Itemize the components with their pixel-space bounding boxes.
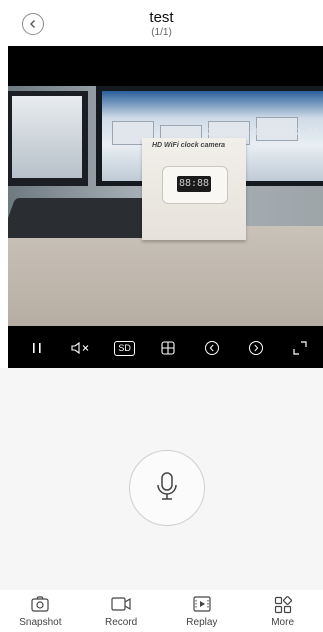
video-record-icon xyxy=(111,596,131,614)
feed-clock: 88:88 xyxy=(162,166,228,204)
next-button[interactable] xyxy=(243,336,269,360)
split-view-button[interactable] xyxy=(155,336,181,360)
camera-counter: (1/1) xyxy=(151,27,172,38)
more-label: More xyxy=(271,617,295,628)
replay-icon xyxy=(193,596,211,614)
speaker-muted-icon xyxy=(71,341,91,355)
microphone-icon xyxy=(155,471,179,506)
feed-left-monitor xyxy=(8,91,88,186)
top-bar: test (1/1) xyxy=(0,0,323,46)
video-player[interactable]: HD WiFi clock camera 88:88 2020-06-18 15… xyxy=(8,46,323,368)
fullscreen-icon xyxy=(293,341,307,355)
clock-display: 88:88 xyxy=(177,176,211,192)
title-block: test (1/1) xyxy=(0,9,323,39)
fullscreen-button[interactable] xyxy=(287,336,313,360)
grid-view-icon xyxy=(161,341,176,355)
quality-button[interactable]: SD xyxy=(112,336,138,360)
video-timestamp: 2020-06-18 15:02:23 xyxy=(206,128,319,138)
page-title: test xyxy=(149,9,174,26)
chevron-right-circle-icon xyxy=(248,340,264,356)
talk-button[interactable] xyxy=(129,450,205,526)
camera-icon xyxy=(31,596,49,614)
pause-button[interactable] xyxy=(24,336,50,360)
quality-label: SD xyxy=(114,340,135,356)
box-label: HD WiFi clock camera xyxy=(152,142,226,149)
snapshot-button[interactable]: Snapshot xyxy=(4,590,76,628)
replay-label: Replay xyxy=(186,617,218,628)
chevron-left-circle-icon xyxy=(204,340,220,356)
record-label: Record xyxy=(105,617,138,628)
talk-panel xyxy=(0,368,323,590)
video-controls: SD xyxy=(8,328,323,368)
bottom-toolbar: Snapshot Record Replay More xyxy=(0,590,323,632)
feed-desk xyxy=(8,226,323,326)
mute-button[interactable] xyxy=(68,336,94,360)
more-button[interactable]: More xyxy=(247,590,319,628)
record-button[interactable]: Record xyxy=(85,590,157,628)
replay-button[interactable]: Replay xyxy=(166,590,238,628)
previous-button[interactable] xyxy=(199,336,225,360)
feed-product-box: HD WiFi clock camera 88:88 xyxy=(142,138,246,240)
grid-more-icon xyxy=(274,596,292,614)
snapshot-label: Snapshot xyxy=(19,617,62,628)
camera-feed: HD WiFi clock camera 88:88 2020-06-18 15… xyxy=(8,86,323,326)
pause-icon xyxy=(31,342,43,354)
